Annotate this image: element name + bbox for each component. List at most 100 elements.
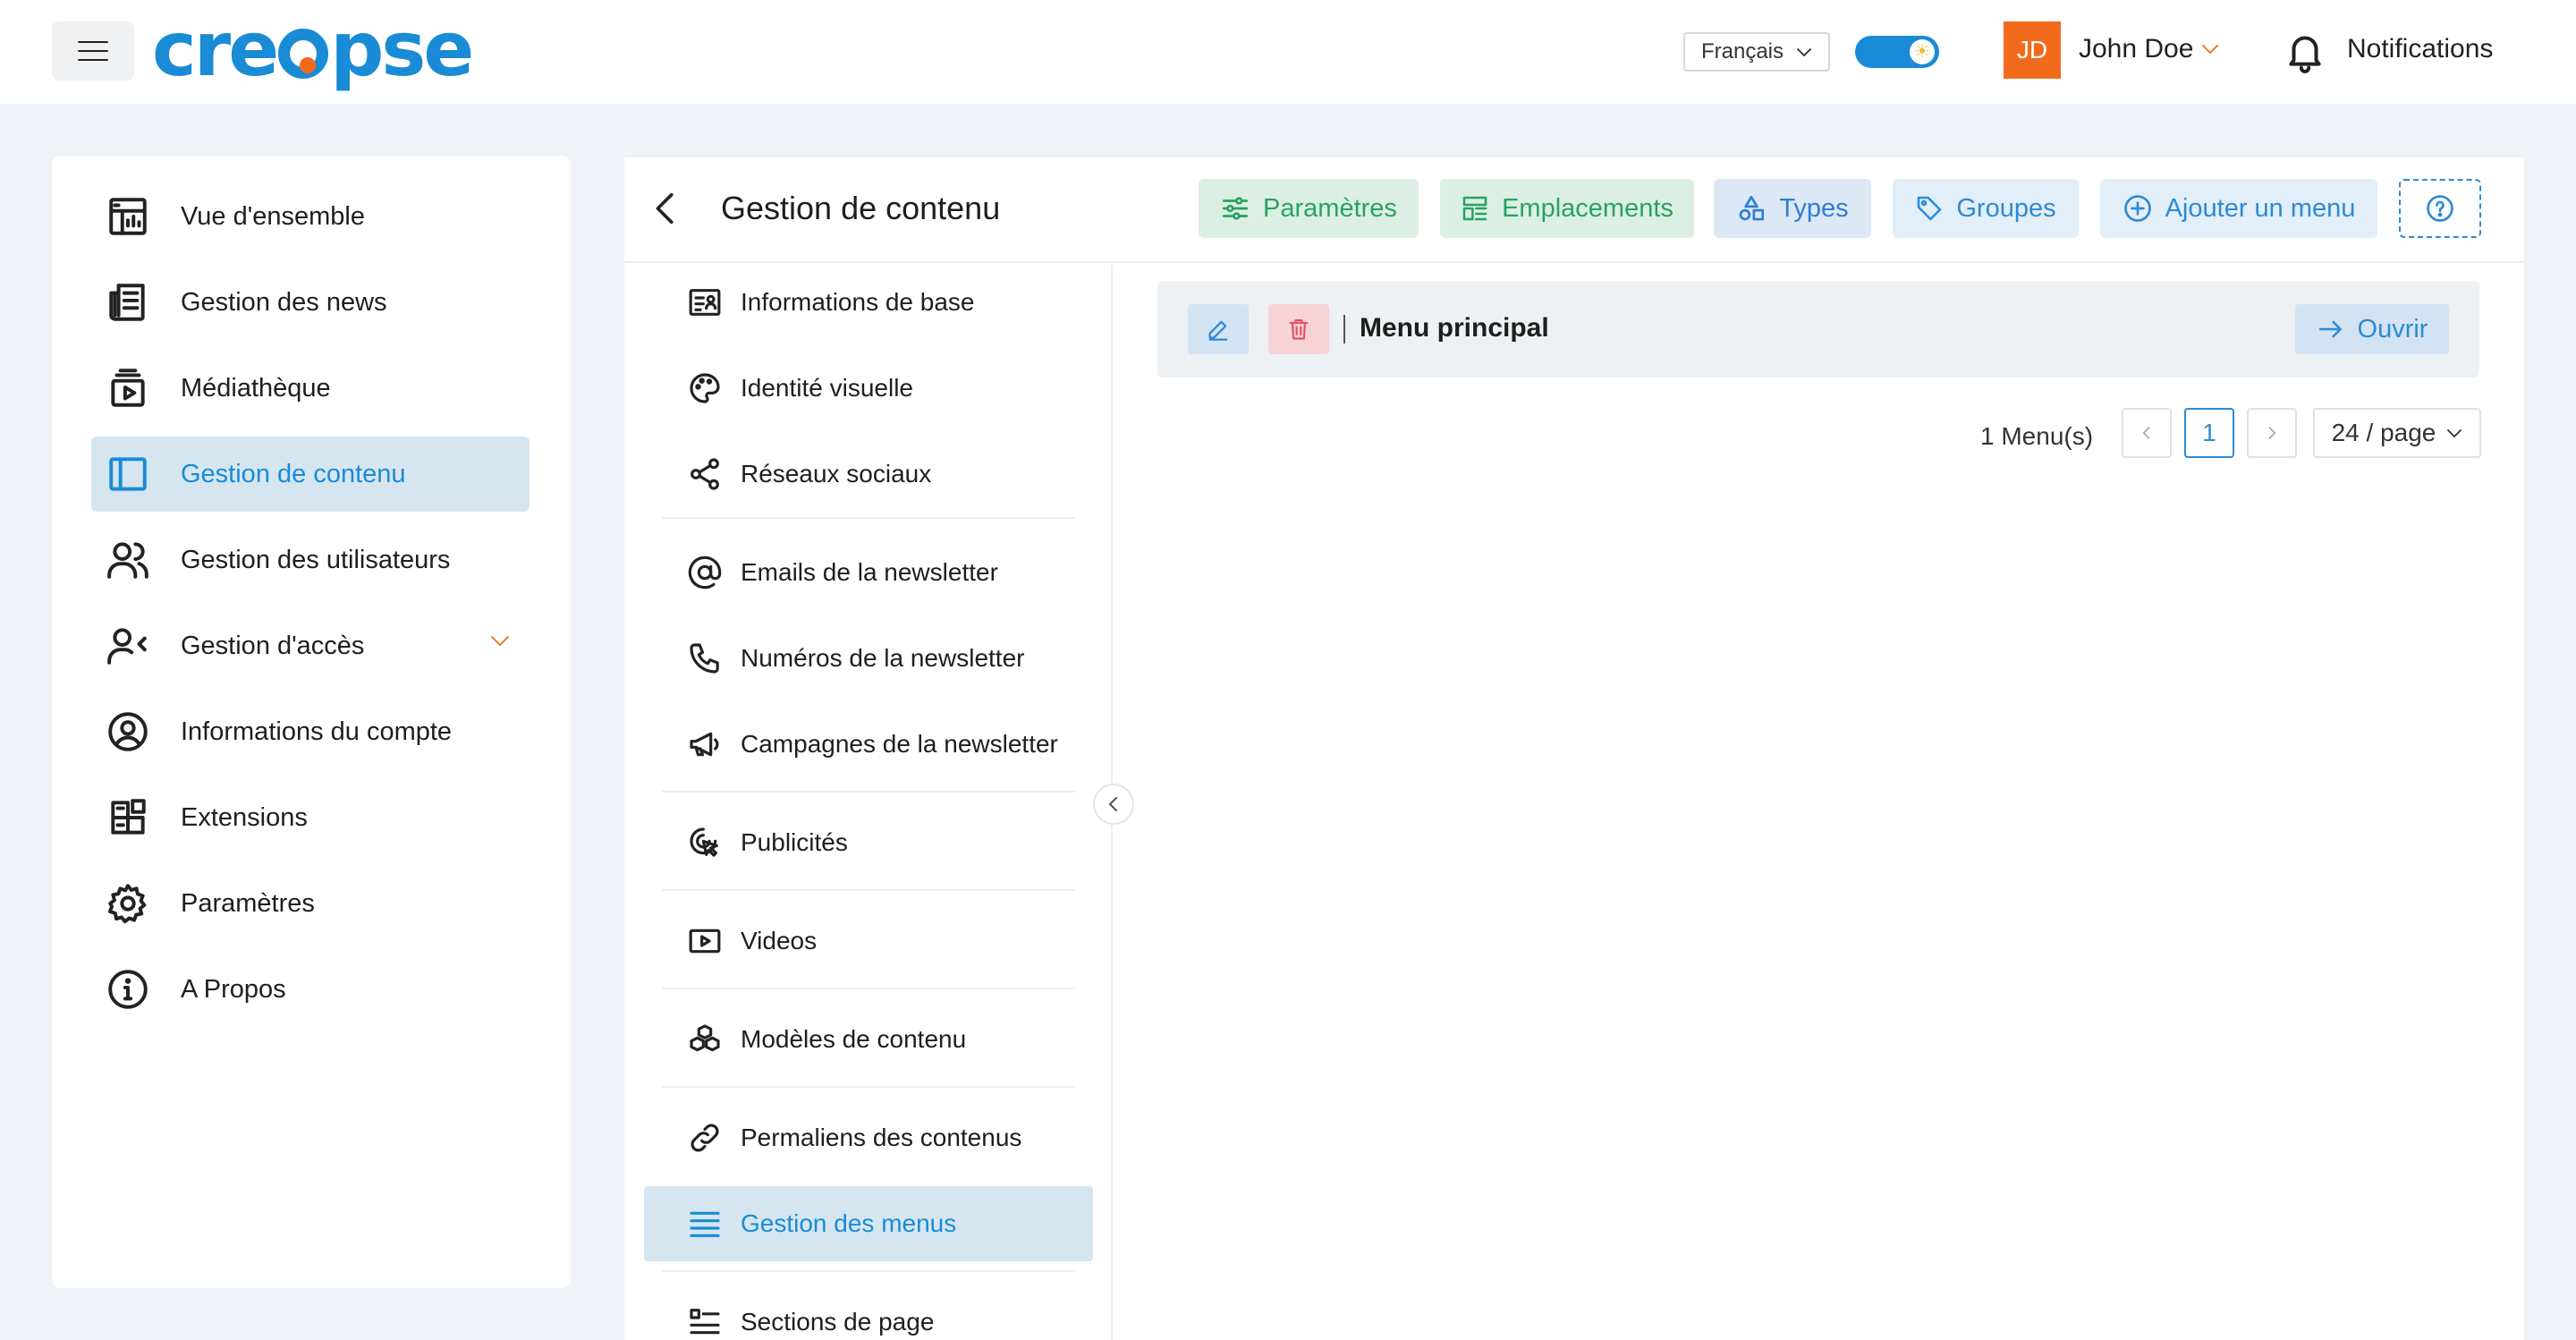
pagination-page-current[interactable]: 1 [2184,408,2234,458]
sidebar-item-label: Médiathèque [181,373,331,403]
types-button[interactable]: Types [1714,179,1871,238]
sidebar-item-label: Paramètres [181,888,315,918]
menu-lines-icon [690,1211,720,1237]
sidebar-item-parametres[interactable]: Paramètres [91,866,530,941]
parametres-button-label: Paramètres [1263,193,1397,223]
sidebar-item-mediatheque[interactable]: Médiathèque [91,351,530,426]
top-bar: cre pse Français ☀ JD John Doe Notificati… [0,0,2576,104]
phone-icon [690,643,719,674]
submenu-divider [662,1270,1075,1272]
sidebar-item-label: Informations du compte [181,717,453,746]
emplacements-button[interactable]: Emplacements [1440,179,1694,238]
chevron-down-icon[interactable] [488,633,512,649]
submenu-item-modeles-contenu[interactable]: Modèles de contenu [644,1002,1093,1077]
collapse-submenu-button[interactable] [1093,784,1134,825]
submenu-item-label: Sections de page [741,1308,935,1336]
palette-icon [690,373,720,403]
submenu-item-numeros-newsletter[interactable]: Numéros de la newsletter [644,621,1093,696]
submenu-item-publicites[interactable]: Publicités [644,805,1093,880]
dashboard-icon [109,198,147,235]
user-name: John Doe [2079,34,2194,64]
submenu-item-reseaux-sociaux[interactable]: Réseaux sociaux [644,437,1093,512]
layout-template-icon [1462,196,1487,221]
emplacements-button-label: Emplacements [1502,193,1674,223]
menu-card: Menu principal Ouvrir [1157,281,2479,377]
bell-icon[interactable] [2283,29,2327,73]
sidebar-item-label: A Propos [181,974,286,1004]
submenu-item-label: Réseaux sociaux [741,460,932,488]
user-menu[interactable]: John Doe [2079,34,2220,64]
pagination-next-button[interactable] [2247,408,2297,458]
info-icon [108,970,148,1009]
media-library-icon [111,369,145,407]
logo-o-mark [278,29,329,79]
brand-logo[interactable]: cre pse [152,5,474,93]
submenu-item-label: Identité visuelle [741,374,914,402]
avatar[interactable]: JD [2004,21,2061,79]
page-title: Gestion de contenu [721,190,1001,226]
types-button-label: Types [1779,193,1849,223]
sidebar-item-label: Gestion de contenu [181,459,406,488]
sidebar-item-gestion-contenu[interactable]: Gestion de contenu [91,437,530,512]
sun-icon: ☀ [1910,39,1935,64]
chevron-left-icon[interactable] [646,188,687,229]
open-menu-button[interactable]: Ouvrir [2295,304,2449,354]
groupes-button[interactable]: Groupes [1893,179,2079,238]
submenu-item-identite-visuelle[interactable]: Identité visuelle [644,351,1093,426]
megaphone-icon [690,732,719,757]
help-button[interactable] [2399,179,2481,238]
groupes-button-label: Groupes [1956,193,2056,223]
submenu-item-label: Modèles de contenu [741,1025,967,1053]
pagination-prev-button[interactable] [2122,408,2172,458]
submenu-item-emails-newsletter[interactable]: Emails de la newsletter [644,535,1093,610]
submenu-item-gestion-menus[interactable]: Gestion des menus [644,1186,1093,1261]
page-size-select[interactable]: 24 / page [2313,408,2481,458]
submenu-divider [662,988,1075,989]
submenu-item-informations-base[interactable]: Informations de base [644,265,1093,340]
chevron-left-icon [2142,427,2150,439]
ajouter-menu-button[interactable]: Ajouter un menu [2100,179,2377,238]
page-size-value: 24 / page [2331,419,2436,446]
submenu-item-label: Gestion des menus [741,1209,957,1237]
chevron-down-icon [2447,429,2462,437]
chevron-right-icon [2268,427,2276,439]
sidebar-item-extensions[interactable]: Extensions [91,780,530,855]
notifications-link[interactable]: Notifications [2347,34,2493,64]
link-icon [691,1124,719,1152]
submenu-item-videos[interactable]: Videos [644,903,1093,979]
parametres-button[interactable]: Paramètres [1199,179,1419,238]
gear-icon [108,884,147,924]
submenu-item-campagnes-newsletter[interactable]: Campagnes de la newsletter [644,707,1093,782]
extensions-icon [111,799,146,835]
tag-icon [1918,196,1942,221]
submenu-item-permaliens[interactable]: Permaliens des contenus [644,1100,1093,1175]
submenu-item-label: Informations de base [741,288,975,316]
sidebar-item-vue-ensemble[interactable]: Vue d'ensemble [91,179,530,254]
user-access-icon [107,628,147,665]
sidebar-item-label: Extensions [181,802,308,832]
plus-circle-icon [2123,195,2151,222]
sidebar-item-a-propos[interactable]: A Propos [91,952,530,1027]
submenu-item-label: Numéros de la newsletter [741,644,1025,672]
edit-menu-button[interactable] [1188,304,1249,354]
menu-name: Menu principal [1360,313,1549,343]
theme-toggle[interactable]: ☀ [1855,36,1939,68]
video-icon [689,929,721,954]
main-header: Gestion de contenu Paramètres Emplacemen… [624,157,2524,263]
sidebar-item-label: Gestion des utilisateurs [181,545,451,574]
sidebar-item-informations-compte[interactable]: Informations du compte [91,694,530,769]
chevron-down-icon [1797,48,1811,56]
sidebar-item-gestion-news[interactable]: Gestion des news [91,265,530,340]
card-separator [1343,315,1345,343]
delete-menu-button[interactable] [1268,304,1329,354]
layout-icon [109,457,147,491]
user-circle-icon [108,712,148,751]
chevron-left-icon [1109,797,1117,811]
sidebar-item-gestion-utilisateurs[interactable]: Gestion des utilisateurs [91,522,530,598]
logo-text-end: pse [330,5,474,93]
sidebar-item-gestion-acces[interactable]: Gestion d'accès [91,608,530,683]
language-select[interactable]: Français [1683,32,1830,72]
hamburger-menu-button[interactable] [52,21,134,81]
submenu-item-sections-page[interactable]: Sections de page [644,1285,1093,1340]
at-sign-icon [688,556,722,589]
